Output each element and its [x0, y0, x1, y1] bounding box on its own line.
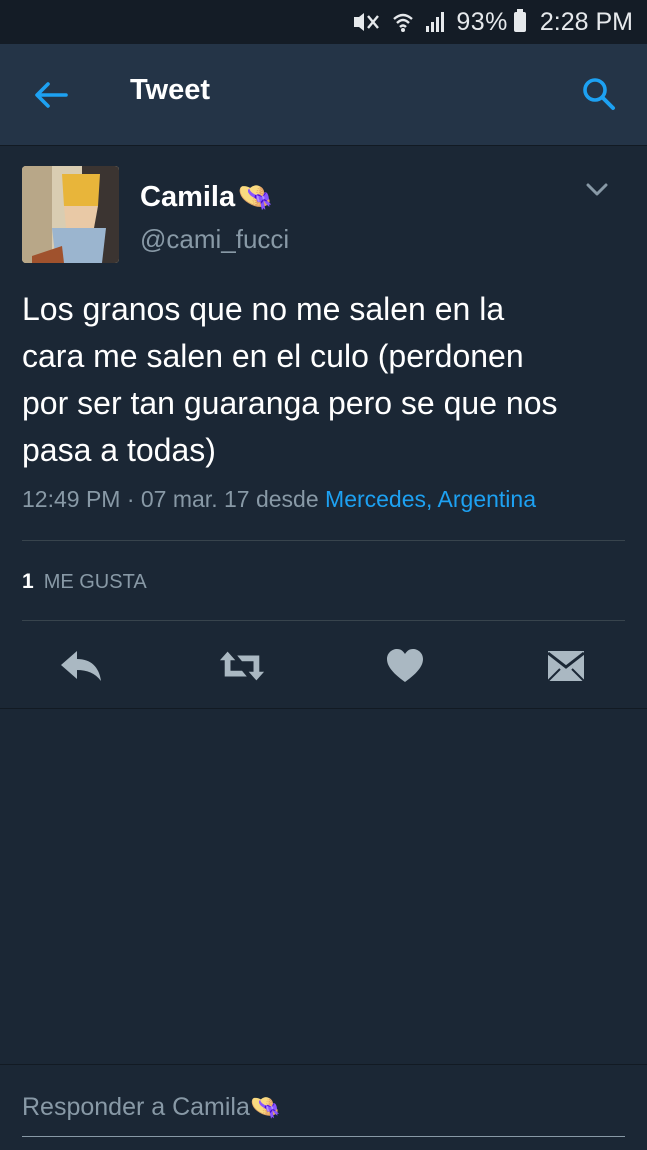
- avatar[interactable]: [22, 166, 119, 263]
- user-handle[interactable]: @cami_fucci: [140, 224, 289, 255]
- display-name-text: Camila: [140, 180, 236, 213]
- tweet-actions: [0, 626, 647, 706]
- search-icon: [583, 78, 615, 110]
- divider: [0, 708, 647, 709]
- clock: 2:28 PM: [539, 7, 633, 36]
- tweet-location-link[interactable]: Mercedes, Argentina: [325, 486, 536, 512]
- reply-icon: [61, 651, 101, 681]
- retweet-button[interactable]: [218, 646, 266, 686]
- mute-icon: [352, 11, 382, 33]
- envelope-icon: [547, 651, 585, 682]
- hat-emoji: 👒: [237, 181, 274, 213]
- tweet-meta: 12:49 PM · 07 mar. 17 desde Mercedes, Ar…: [22, 486, 536, 513]
- reply-placeholder: Responder a Camila: [22, 1093, 250, 1121]
- tweet-timestamp: 12:49 PM · 07 mar. 17: [22, 486, 250, 512]
- tweet-source-prefix: desde: [255, 486, 319, 512]
- status-bar: 93% 2:28 PM: [0, 0, 647, 44]
- likes-row[interactable]: 1 ME GUSTA: [22, 570, 147, 594]
- heart-icon: [387, 649, 423, 682]
- like-label: ME GUSTA: [43, 571, 147, 593]
- page-title: Tweet: [130, 74, 211, 106]
- app-bar: Tweet: [0, 44, 647, 146]
- tweet-menu-button[interactable]: [583, 176, 611, 204]
- avatar-photo: [22, 166, 119, 263]
- direct-message-button[interactable]: [542, 646, 590, 686]
- reply-button[interactable]: [57, 646, 105, 686]
- hat-emoji: 👒: [249, 1093, 282, 1121]
- signal-icon: [424, 11, 446, 33]
- back-arrow-icon: [35, 82, 68, 108]
- search-button[interactable]: [577, 72, 621, 116]
- battery-percent: 93%: [456, 7, 508, 36]
- divider: [22, 620, 625, 621]
- divider: [22, 540, 625, 541]
- tweet-text: Los granos que no me salen en la cara me…: [22, 291, 558, 468]
- wifi-icon: [392, 11, 414, 33]
- like-button[interactable]: [381, 646, 429, 686]
- chevron-down-icon: [586, 183, 608, 196]
- like-count: 1: [22, 570, 34, 593]
- back-button[interactable]: [24, 74, 78, 116]
- display-name[interactable]: Camila 👒: [140, 180, 273, 214]
- retweet-icon: [219, 651, 265, 681]
- battery-icon: [513, 9, 526, 32]
- reply-bar: Responder a Camila 👒: [0, 1064, 647, 1150]
- reply-input[interactable]: Responder a Camila 👒: [22, 1093, 625, 1137]
